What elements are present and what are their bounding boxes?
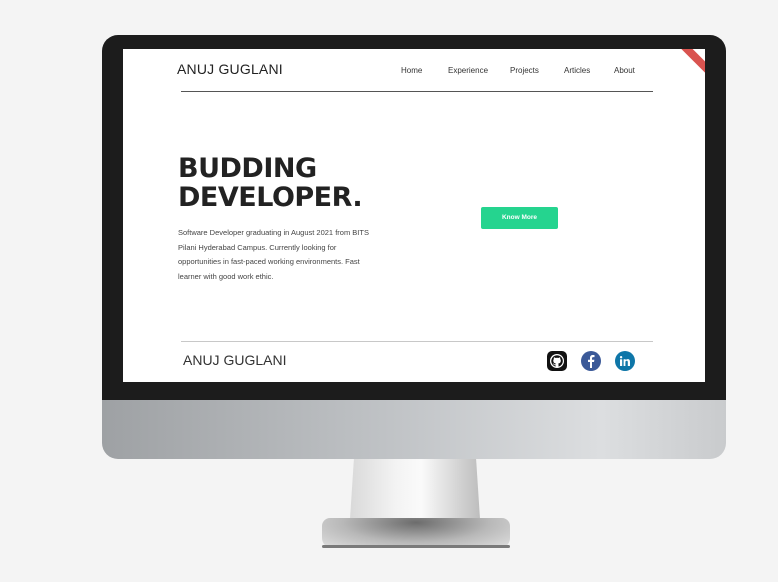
nav-experience[interactable]: Experience — [448, 66, 488, 75]
monitor-base — [322, 518, 510, 548]
footer-brand: ANUJ GUGLANI — [183, 352, 287, 368]
corner-ribbon — [678, 49, 705, 78]
github-icon[interactable] — [547, 351, 567, 371]
headline-line-1: BUDDING — [178, 153, 317, 184]
website-screen: ANUJ GUGLANI Home Experience Projects Ar… — [123, 49, 705, 382]
nav-about[interactable]: About — [614, 66, 635, 75]
monitor-chin — [102, 400, 726, 459]
site-brand[interactable]: ANUJ GUGLANI — [177, 61, 283, 77]
linkedin-icon[interactable] — [615, 351, 635, 371]
monitor-base-edge — [322, 545, 510, 548]
header-divider — [181, 91, 653, 92]
footer-divider — [181, 341, 653, 342]
nav-articles[interactable]: Articles — [564, 66, 590, 75]
hero-description: Software Developer graduating in August … — [178, 228, 369, 281]
nav-home[interactable]: Home — [401, 66, 422, 75]
know-more-button[interactable]: Know More — [481, 207, 558, 229]
nav-projects[interactable]: Projects — [510, 66, 539, 75]
facebook-icon[interactable] — [581, 351, 601, 371]
monitor-stand — [350, 459, 480, 519]
hero-headline: BUDDING DEVELOPER. — [178, 153, 363, 213]
headline-line-2: DEVELOPER. — [178, 182, 363, 213]
